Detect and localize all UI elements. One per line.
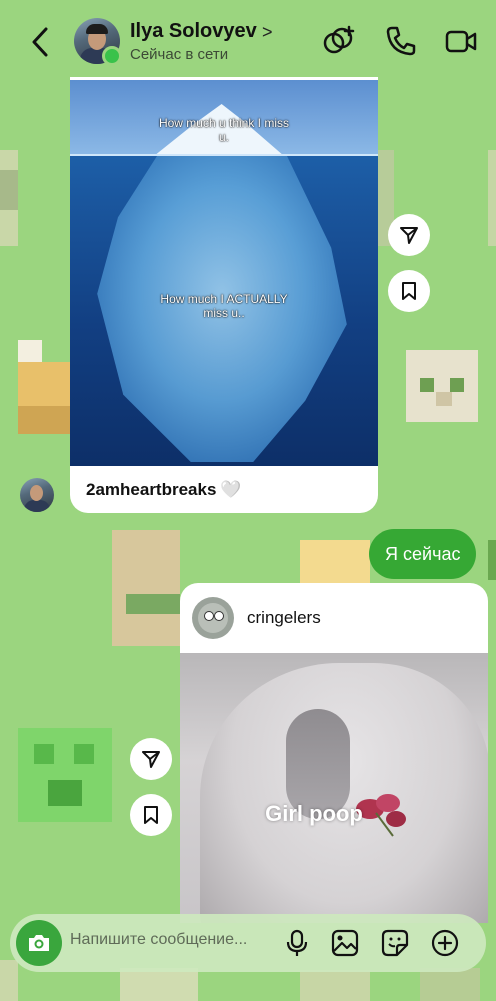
post-username[interactable]: 2amheartbreaks bbox=[86, 480, 216, 499]
image-caption: Girl poop bbox=[265, 801, 363, 826]
save-button-2[interactable] bbox=[130, 794, 172, 836]
send-icon bbox=[400, 227, 418, 244]
camera-icon bbox=[29, 935, 49, 951]
contact-name[interactable]: Ilya Solovyev bbox=[130, 20, 257, 43]
post-image[interactable]: How much u think I miss u. How much I AC… bbox=[70, 80, 378, 466]
heart-icon: 🤍 bbox=[220, 480, 242, 499]
sender-avatar[interactable] bbox=[20, 478, 54, 512]
bookmark-icon bbox=[144, 806, 158, 824]
image-caption-bottom: How much I ACTUALLY miss u.. bbox=[160, 292, 288, 320]
camera-button[interactable] bbox=[16, 920, 62, 966]
post-header[interactable]: cringelers bbox=[180, 583, 488, 653]
send-icon bbox=[142, 751, 160, 768]
sticker-button[interactable] bbox=[380, 928, 410, 958]
outgoing-message[interactable]: Я сейчас bbox=[369, 529, 477, 579]
contact-status: Сейчас в сети bbox=[130, 46, 229, 63]
back-button[interactable] bbox=[26, 24, 54, 60]
ai-chat-icon bbox=[323, 25, 355, 54]
sticker-icon bbox=[381, 929, 409, 957]
post-avatar[interactable] bbox=[192, 597, 234, 639]
post-username[interactable]: cringelers bbox=[247, 608, 321, 628]
message-input[interactable] bbox=[70, 931, 280, 949]
gallery-icon bbox=[331, 929, 359, 957]
microphone-icon bbox=[286, 929, 308, 956]
phone-icon bbox=[386, 26, 416, 56]
save-button[interactable] bbox=[388, 270, 430, 312]
post-author[interactable]: 2amheartbreaks 🤍 bbox=[86, 480, 242, 500]
shared-post[interactable]: How much u think I miss u. How much I AC… bbox=[70, 77, 378, 513]
shared-post-2[interactable]: cringelers Girl poop bbox=[180, 583, 488, 923]
share-button[interactable] bbox=[388, 214, 430, 256]
message-composer bbox=[10, 914, 486, 972]
image-caption-top: How much u think I miss u. bbox=[158, 116, 290, 144]
plus-icon bbox=[431, 929, 459, 957]
ai-chat-button[interactable] bbox=[322, 24, 356, 58]
video-icon bbox=[445, 30, 477, 53]
contact-avatar[interactable] bbox=[74, 18, 122, 66]
back-icon bbox=[32, 27, 48, 57]
gallery-button[interactable] bbox=[330, 928, 360, 958]
more-button[interactable] bbox=[430, 928, 460, 958]
post-image[interactable]: Girl poop bbox=[180, 653, 488, 923]
bookmark-icon bbox=[402, 282, 416, 300]
online-indicator bbox=[102, 46, 122, 66]
call-button[interactable] bbox=[384, 24, 418, 58]
chat-header: Ilya Solovyev > Сейчас в сети bbox=[0, 0, 496, 80]
chevron-right-icon[interactable]: > bbox=[262, 22, 273, 43]
share-button-2[interactable] bbox=[130, 738, 172, 780]
voice-message-button[interactable] bbox=[282, 928, 312, 958]
video-call-button[interactable] bbox=[444, 24, 478, 58]
